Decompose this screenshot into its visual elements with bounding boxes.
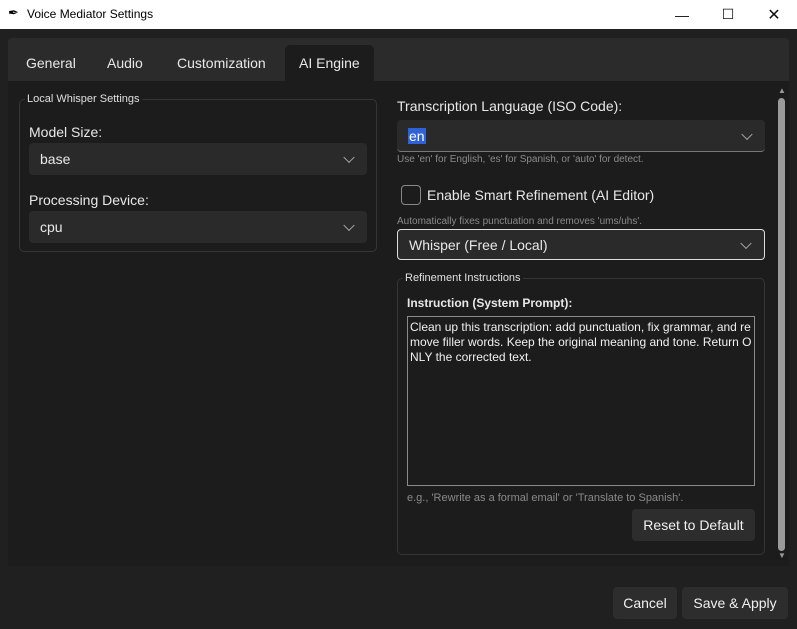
scroll-down-icon[interactable]: ▼ — [778, 551, 786, 560]
refinement-hint: Automatically fixes punctuation and remo… — [397, 216, 643, 227]
window-title: Voice Mediator Settings — [27, 7, 154, 21]
minimize-button[interactable]: — — [659, 0, 705, 29]
smart-refinement-checkbox[interactable] — [401, 185, 421, 205]
chevron-down-icon — [343, 219, 355, 232]
chevron-down-icon — [741, 128, 753, 140]
language-label: Transcription Language (ISO Code): — [397, 98, 623, 114]
device-value: cpu — [40, 219, 63, 235]
prompt-textarea[interactable]: Clean up this transcription: add punctua… — [407, 316, 755, 486]
device-select[interactable]: cpu — [29, 211, 367, 243]
group-label: Local Whisper Settings — [25, 93, 142, 105]
model-size-value: base — [40, 151, 71, 167]
reset-default-button[interactable]: Reset to Default — [632, 509, 755, 541]
scrollbar[interactable]: ▲ ▼ — [775, 84, 789, 563]
scroll-up-icon[interactable]: ▲ — [778, 86, 786, 95]
tab-general[interactable]: General — [12, 45, 90, 81]
maximize-button[interactable]: ☐ — [705, 0, 751, 29]
engine-select[interactable]: Whisper (Free / Local) — [397, 229, 765, 260]
save-apply-button[interactable]: Save & Apply — [682, 587, 788, 619]
language-select[interactable]: en — [397, 120, 765, 152]
tab-customization[interactable]: Customization — [163, 45, 280, 81]
title-bar: ✒ Voice Mediator Settings — ☐ ✕ — [0, 0, 797, 29]
smart-refinement-label[interactable]: Enable Smart Refinement (AI Editor) — [427, 187, 654, 203]
chevron-down-icon — [343, 151, 355, 164]
prompt-hint: e.g., 'Rewrite as a formal email' or 'Tr… — [407, 492, 684, 504]
language-hint: Use 'en' for English, 'es' for Spanish, … — [397, 154, 644, 165]
chevron-down-icon — [740, 237, 752, 249]
cancel-button[interactable]: Cancel — [613, 587, 677, 619]
engine-value: Whisper (Free / Local) — [409, 236, 548, 253]
tab-ai-engine[interactable]: AI Engine — [285, 45, 374, 81]
feather-icon: ✒ — [8, 5, 19, 20]
language-value: en — [408, 127, 426, 144]
group-label: Refinement Instructions — [403, 272, 523, 284]
prompt-label: Instruction (System Prompt): — [407, 296, 573, 310]
model-size-select[interactable]: base — [29, 143, 367, 175]
close-button[interactable]: ✕ — [751, 0, 797, 29]
device-label: Processing Device: — [29, 192, 149, 208]
model-size-label: Model Size: — [29, 124, 103, 140]
scrollbar-thumb[interactable] — [778, 98, 785, 551]
tab-audio[interactable]: Audio — [93, 45, 157, 81]
